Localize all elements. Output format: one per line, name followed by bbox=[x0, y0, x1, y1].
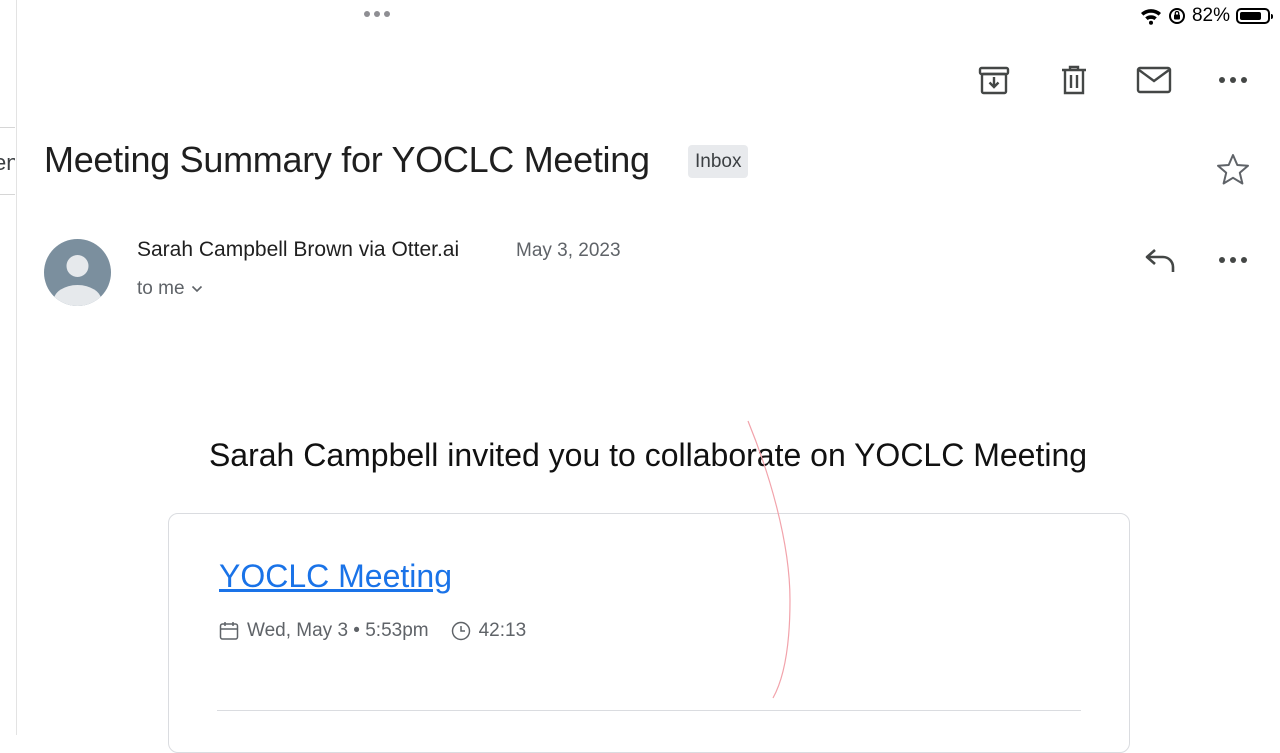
star-button[interactable] bbox=[1213, 150, 1253, 190]
orientation-lock-icon bbox=[1168, 8, 1185, 24]
email-date: May 3, 2023 bbox=[516, 240, 621, 261]
side-panel-tab[interactable]: en bbox=[0, 127, 15, 195]
message-more-button[interactable] bbox=[1213, 240, 1253, 280]
email-subject: Meeting Summary for YOCLC Meeting bbox=[44, 139, 650, 180]
side-panel-tab-label: en bbox=[0, 150, 15, 176]
invitation-headline: Sarah Campbell invited you to collaborat… bbox=[208, 437, 1088, 473]
recipient-toggle[interactable]: to me bbox=[137, 278, 203, 300]
reply-icon bbox=[1145, 249, 1175, 272]
more-horizontal-icon bbox=[1219, 257, 1247, 263]
meeting-date-time: Wed, May 3 • 5:53pm bbox=[247, 620, 429, 641]
battery-icon bbox=[1236, 8, 1273, 24]
battery-percentage: 82% bbox=[1191, 5, 1230, 26]
inbox-label-badge[interactable]: Inbox bbox=[688, 145, 749, 178]
meeting-link[interactable]: YOCLC Meeting bbox=[219, 558, 452, 595]
delete-button[interactable] bbox=[1054, 60, 1094, 100]
archive-icon bbox=[978, 66, 1010, 95]
mark-unread-button[interactable] bbox=[1134, 60, 1174, 100]
side-panel-edge bbox=[0, 0, 17, 735]
recipient-label: to me bbox=[137, 278, 185, 299]
meeting-meta: Wed, May 3 • 5:53pm 42:13 bbox=[219, 620, 526, 642]
status-bar: 82% bbox=[1140, 4, 1273, 28]
reply-button[interactable] bbox=[1140, 240, 1180, 280]
archive-button[interactable] bbox=[974, 60, 1014, 100]
delete-icon bbox=[1062, 65, 1086, 95]
more-options-button[interactable] bbox=[1213, 60, 1253, 100]
calendar-icon bbox=[219, 622, 239, 640]
sender-name[interactable]: Sarah Campbell Brown via Otter.ai bbox=[137, 238, 459, 262]
multitasking-dots[interactable] bbox=[364, 11, 390, 17]
chevron-down-icon bbox=[191, 285, 202, 293]
meeting-card: YOCLC Meeting Wed, May 3 • 5:53pm 42:13 bbox=[168, 513, 1130, 753]
star-icon bbox=[1217, 154, 1249, 185]
mark-unread-icon bbox=[1136, 66, 1172, 94]
more-horizontal-icon bbox=[1219, 77, 1247, 83]
clock-icon bbox=[451, 621, 470, 641]
wifi-icon bbox=[1140, 9, 1161, 25]
person-icon bbox=[53, 255, 102, 306]
sender-avatar[interactable] bbox=[44, 239, 111, 306]
meeting-duration: 42:13 bbox=[478, 620, 527, 641]
card-divider bbox=[217, 710, 1081, 711]
